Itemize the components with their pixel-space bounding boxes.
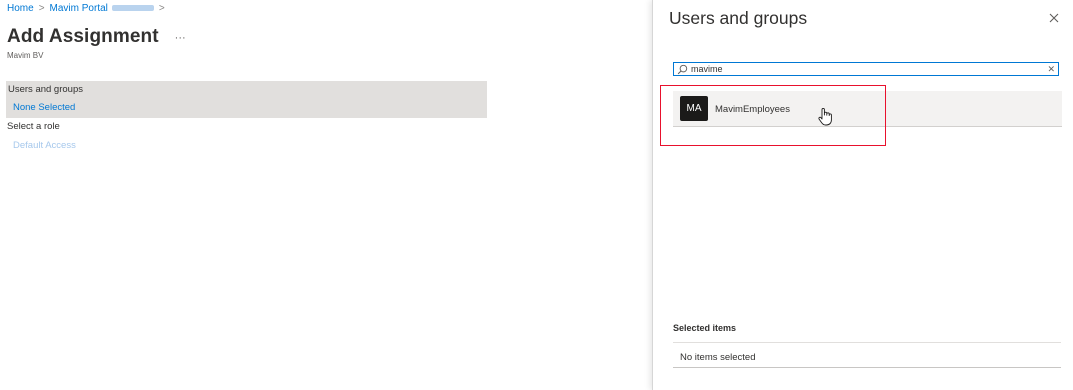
avatar: MA <box>680 96 708 121</box>
title-row: Add Assignment ··· <box>7 26 186 48</box>
redacted-text <box>111 5 154 12</box>
search-input[interactable] <box>688 63 1041 75</box>
breadcrumb-portal[interactable]: Mavim Portal <box>50 3 108 14</box>
selected-items-empty-text: No items selected <box>680 352 756 363</box>
users-and-groups-label: Users and groups <box>8 84 83 95</box>
breadcrumb: Home > Mavim Portal > <box>7 3 170 14</box>
chevron-right-icon: > <box>38 3 45 14</box>
select-role-label: Select a role <box>7 121 60 132</box>
users-and-groups-value[interactable]: None Selected <box>13 102 75 113</box>
chevron-right-icon: > <box>158 3 165 14</box>
breadcrumb-home[interactable]: Home <box>7 3 34 14</box>
list-item-label: MavimEmployees <box>715 104 790 115</box>
list-item[interactable]: MA MavimEmployees <box>673 91 1062 127</box>
close-icon <box>1049 13 1059 23</box>
selected-items-list: No items selected <box>673 342 1061 368</box>
hand-cursor-icon <box>818 108 832 126</box>
search-icon <box>677 64 688 74</box>
page-title: Add Assignment <box>7 26 159 47</box>
role-value[interactable]: Default Access <box>13 140 76 151</box>
page-subtitle: Mavim BV <box>7 51 44 60</box>
more-icon[interactable]: ··· <box>175 32 186 44</box>
main-content: Home > Mavim Portal > Add Assignment ··· Ma… <box>0 0 652 390</box>
close-button[interactable] <box>1046 10 1062 26</box>
clear-icon[interactable]: ✕ <box>1047 63 1055 75</box>
search-box[interactable]: ✕ <box>673 62 1059 76</box>
selected-items-heading: Selected items <box>673 323 737 333</box>
users-and-groups-selector[interactable]: Users and groups None Selected <box>6 81 487 118</box>
users-and-groups-panel: Users and groups ✕ MA MavimEmployees Sel… <box>652 0 1073 390</box>
panel-title: Users and groups <box>669 8 808 28</box>
